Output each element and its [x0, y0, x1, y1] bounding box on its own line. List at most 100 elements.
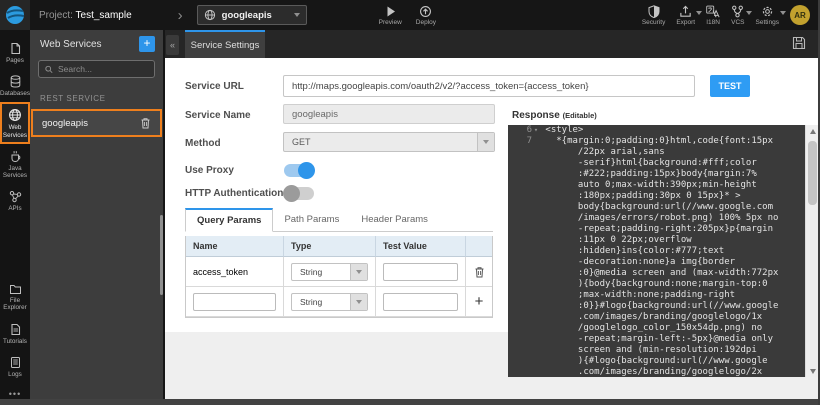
logs-icon [9, 356, 22, 369]
table-header-row: Name Type Test Value [186, 236, 492, 257]
i18n-label: I18N [706, 19, 720, 26]
col-header-type: Type [284, 236, 376, 257]
new-param-name-input[interactable] [193, 293, 276, 311]
code-line: :#222;padding:15px}body{margin:7% [508, 169, 805, 180]
sidebar-item-label: Web Services [2, 124, 28, 138]
param-test-value-input[interactable] [383, 263, 458, 281]
sidebar-item-label: Java Services [2, 165, 28, 179]
select-chevron-icon [350, 264, 367, 280]
param-type-select[interactable]: String [291, 263, 368, 281]
trash-icon[interactable] [140, 117, 151, 129]
scrollbar-thumb[interactable] [808, 141, 817, 205]
export-button[interactable]: Export [676, 5, 695, 26]
sidebar-item-web-services[interactable]: Web Services [0, 102, 30, 143]
database-icon [9, 75, 22, 88]
service-name-input[interactable] [283, 104, 495, 124]
sidebar-item-logs[interactable]: Logs [0, 350, 30, 383]
project-name: Test_sample [76, 10, 132, 21]
editor-scrollbar[interactable] [805, 125, 818, 377]
code-line: /22px arial,sans [508, 147, 805, 158]
app-logo[interactable] [0, 0, 30, 30]
new-param-test-value-input[interactable] [383, 293, 458, 311]
method-select[interactable]: GET [283, 132, 495, 152]
tab-service-settings[interactable]: Service Settings [185, 30, 265, 58]
tab-query-params[interactable]: Query Params [185, 208, 273, 232]
tutorial-doc-icon [9, 323, 22, 336]
code-lines: 6▾ <style>7 *{margin:0;padding:0}html,co… [508, 125, 805, 377]
tab-path-params[interactable]: Path Params [273, 208, 350, 231]
sidebar-item-file-explorer[interactable]: File Explorer [0, 277, 30, 316]
response-code-editor[interactable]: 6▾ <style>7 *{margin:0;padding:0}html,co… [508, 125, 805, 377]
sidebar-item-apis[interactable]: APIs [0, 184, 30, 217]
deploy-label: Deploy [416, 19, 436, 26]
code-line: /googlelogo_color_150x54dp.png) no [508, 323, 805, 334]
rail-spacer [0, 218, 30, 277]
col-header-test-value: Test Value [376, 236, 466, 257]
more-options-icon[interactable]: ••• [0, 383, 30, 399]
rest-service-section-label: REST SERVICE [30, 86, 163, 109]
save-button[interactable] [792, 36, 806, 50]
new-param-type-select[interactable]: String [291, 293, 368, 311]
code-line: ;max-width:none;padding-right [508, 290, 805, 301]
preview-button[interactable]: Preview [379, 5, 402, 26]
main-area: « Service Settings Service URL TEST Serv… [165, 30, 818, 399]
topbar: Project: Test_sample › googleapis Previe… [0, 0, 818, 30]
code-line: .com/images/branding/googlelogo/2x [508, 367, 805, 377]
new-param-type-value: String [292, 297, 350, 307]
panel-scrollbar[interactable] [160, 215, 163, 295]
code-line: body{background:url(//www.google.com [508, 202, 805, 213]
add-service-button[interactable]: + [139, 36, 155, 52]
service-search-box[interactable] [38, 60, 155, 78]
sidebar-item-label: APIs [8, 205, 21, 212]
vcs-button[interactable]: VCS [731, 5, 744, 26]
sidebar-item-java-services[interactable]: Java Services [0, 144, 30, 184]
service-list-item-googleapis[interactable]: googleapis [31, 109, 162, 137]
sidebar-item-tutorials[interactable]: Tutorials [0, 317, 30, 350]
http-auth-toggle[interactable] [284, 187, 314, 200]
scroll-up-arrow[interactable] [806, 125, 819, 137]
sidebar-item-pages[interactable]: Pages [0, 36, 30, 69]
use-proxy-toggle[interactable] [284, 164, 314, 177]
service-url-input[interactable] [283, 75, 695, 97]
code-line: :180px;padding:30px 0 15px}* > [508, 191, 805, 202]
code-line: :0}}#logo{background:url(//www.google [508, 301, 805, 312]
settings-label: Settings [756, 19, 780, 26]
add-param-icon[interactable]: + [475, 294, 484, 309]
sidebar-item-label: Pages [6, 57, 24, 64]
code-line: ){#logo{background:url(//www.google [508, 356, 805, 367]
service-name-label: googleapis [42, 118, 140, 129]
code-line: -repeat;padding-right:205px}p{margin [508, 224, 805, 235]
export-caret-icon [696, 11, 702, 15]
code-line: -serif}html{background:#fff;color [508, 158, 805, 169]
search-input[interactable] [58, 64, 148, 74]
wavemaker-logo-icon [4, 4, 26, 26]
folder-icon [9, 283, 22, 295]
delete-param-icon[interactable] [474, 266, 485, 278]
sidebar-item-databases[interactable]: Databases [0, 69, 30, 102]
editor-tabbar: « Service Settings [165, 30, 818, 58]
code-line: :11px 0 22px;overflow [508, 235, 805, 246]
user-avatar[interactable]: AR [790, 5, 810, 25]
scroll-down-arrow[interactable] [806, 365, 819, 377]
method-label: Method [185, 138, 221, 149]
service-url-label: Service URL [185, 81, 244, 92]
tab-header-params[interactable]: Header Params [350, 208, 439, 231]
collapse-panel-button[interactable]: « [166, 35, 179, 55]
left-icon-rail: Pages Databases Web Services [0, 30, 30, 399]
code-line: :0}@media screen and (max-width:772px [508, 268, 805, 279]
branch-icon [731, 5, 744, 18]
test-button[interactable]: TEST [710, 75, 750, 97]
gear-icon [761, 5, 774, 18]
service-name-label: Service Name [185, 110, 251, 121]
i18n-button[interactable]: I18N [706, 5, 720, 26]
http-auth-label: HTTP Authentication [185, 188, 283, 199]
service-selector-dropdown[interactable]: googleapis [197, 5, 307, 25]
method-chevron-icon [477, 133, 494, 151]
settings-button[interactable]: Settings [756, 5, 780, 26]
code-line: auto 0;max-width:390px;min-height [508, 180, 805, 191]
method-value: GET [284, 137, 477, 147]
security-button[interactable]: Security [642, 5, 665, 26]
code-line: 7 *{margin:0;padding:0}html,code{font:15… [508, 136, 805, 147]
deploy-button[interactable]: Deploy [416, 5, 436, 26]
vcs-caret-icon [746, 11, 752, 15]
